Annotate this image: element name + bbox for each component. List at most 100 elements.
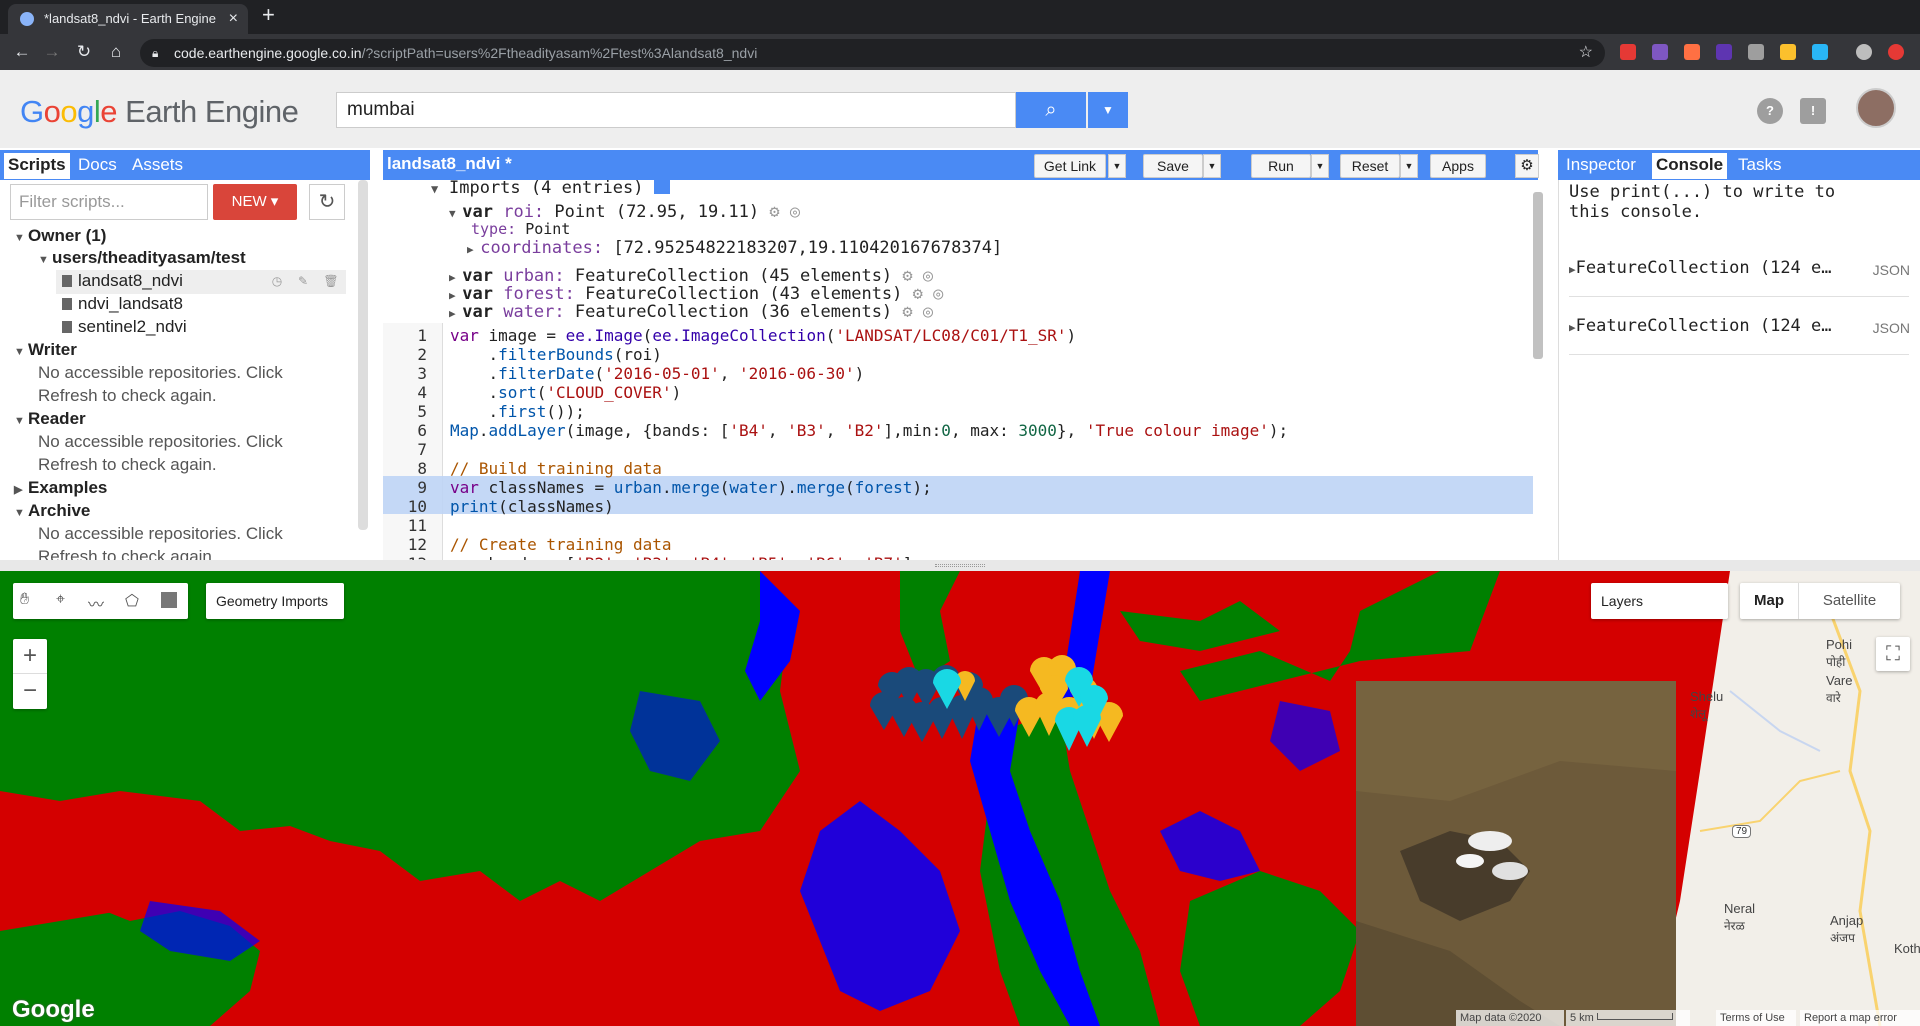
gear-icon[interactable]: ⚙ — [1515, 154, 1539, 178]
imports-caret-icon[interactable]: ▼ — [431, 182, 438, 196]
run-dropdown[interactable]: ▼ — [1311, 154, 1329, 178]
edit-icon[interactable]: ✎ — [294, 274, 312, 290]
new-tab-button[interactable]: + — [262, 2, 275, 28]
chrome-menu-icon[interactable] — [1888, 44, 1904, 60]
line-icon[interactable]: 〰 — [88, 591, 104, 615]
run-button[interactable]: Run — [1251, 154, 1311, 178]
profile-icon[interactable] — [1856, 44, 1872, 60]
reload-icon[interactable]: ↻ — [72, 40, 96, 64]
tab-inspector[interactable]: Inspector — [1562, 153, 1640, 179]
apps-button[interactable]: Apps — [1430, 154, 1486, 178]
map-type-map[interactable]: Map — [1740, 583, 1798, 619]
url-host: code.earthengine.google.co.in — [174, 45, 362, 61]
editor-toolbar: landsat8_ndvi * Get Link ▼ Save ▼ Run ▼ … — [383, 150, 1539, 180]
tree-writer[interactable]: ▼ Writer — [14, 340, 77, 360]
zoom-out-button[interactable]: − — [13, 674, 47, 709]
line-number: 5 — [417, 402, 427, 421]
map-view[interactable]: Pohi पोही Vare वारे Shelu शेलू Neral नेर… — [0, 571, 1920, 1026]
file-landsat8-ndvi[interactable]: landsat8_ndvi — [62, 271, 183, 291]
report-map-error-link[interactable]: Report a map error — [1800, 1010, 1920, 1026]
place-label: Anjap — [1830, 913, 1864, 928]
rectangle-icon[interactable] — [161, 592, 177, 608]
fullscreen-icon[interactable]: ⛶ — [1876, 637, 1910, 671]
home-icon[interactable]: ⌂ — [104, 40, 128, 64]
tab-docs[interactable]: Docs — [74, 153, 121, 179]
bookmark-star-icon[interactable]: ☆ — [1579, 39, 1593, 67]
place-label: Shelu — [1690, 689, 1724, 704]
avatar[interactable] — [1856, 88, 1896, 128]
search-icon: ⌕ — [1045, 99, 1057, 121]
save-dropdown[interactable]: ▼ — [1203, 154, 1221, 178]
tree-owner[interactable]: ▼ Owner (1) — [14, 226, 106, 246]
editor-scrollbar[interactable] — [1533, 192, 1543, 359]
map-scale: 5 km — [1566, 1010, 1690, 1026]
forward-icon[interactable]: → — [40, 40, 64, 64]
close-tab-icon[interactable]: × — [229, 4, 238, 34]
tab-console[interactable]: Console — [1652, 153, 1728, 179]
extension-icon[interactable] — [1716, 44, 1732, 60]
import-forest[interactable]: ▶ var forest: FeatureCollection (43 elem… — [449, 284, 943, 304]
tab-scripts[interactable]: Scripts — [4, 153, 70, 179]
import-roi[interactable]: ▼ var roi: Point (72.95, 19.11) ⚙ ◎ — [449, 202, 800, 222]
geometry-imports-button[interactable]: Geometry Imports — [206, 583, 344, 619]
layers-button[interactable]: Layers — [1591, 583, 1728, 619]
tree-repo[interactable]: ▼ users/theadityasam/test — [38, 248, 246, 268]
terms-of-use-link[interactable]: Terms of Use — [1716, 1010, 1796, 1026]
earth-engine-logo[interactable]: Google Earth Engine — [20, 94, 299, 130]
imports-header[interactable]: Imports (4 entries) — [449, 180, 670, 198]
save-button[interactable]: Save — [1143, 154, 1203, 178]
reset-button[interactable]: Reset — [1340, 154, 1400, 178]
divider — [1569, 354, 1909, 355]
extension-icon[interactable] — [1780, 44, 1796, 60]
extension-icon[interactable] — [1812, 44, 1828, 60]
file-sentinel2-ndvi[interactable]: sentinel2_ndvi — [62, 317, 187, 337]
get-link-dropdown[interactable]: ▼ — [1108, 154, 1126, 178]
help-icon[interactable]: ? — [1757, 98, 1783, 124]
search-button[interactable]: ⌕ — [1016, 92, 1086, 128]
browser-tab[interactable]: *landsat8_ndvi - Earth Engine × — [8, 4, 248, 34]
roi-coordinates[interactable]: ▶ coordinates: [72.95254822183207,19.110… — [467, 238, 1002, 258]
refresh-icon[interactable]: ↻ — [309, 184, 345, 220]
polygon-icon[interactable]: ⬠ — [125, 591, 139, 611]
adblock-extension-icon[interactable] — [1620, 44, 1636, 60]
tree-examples[interactable]: ▶ Examples — [14, 478, 107, 498]
back-icon[interactable]: ← — [10, 40, 34, 64]
import-urban[interactable]: ▶ var urban: FeatureCollection (45 eleme… — [449, 266, 933, 286]
code-editor[interactable]: ▼ Imports (4 entries) ▼ var roi: Point (… — [383, 180, 1538, 560]
file-icon — [62, 298, 72, 310]
history-icon[interactable]: ◷ — [268, 274, 286, 290]
search-options-dropdown[interactable]: ▼ — [1088, 92, 1128, 128]
classification-map — [0, 571, 1920, 1026]
tree-archive[interactable]: ▼ Archive — [14, 501, 90, 521]
map-type-satellite[interactable]: Satellite — [1798, 583, 1900, 619]
panel-splitter[interactable] — [0, 560, 1920, 571]
imports-script-icon[interactable] — [653, 180, 670, 194]
new-script-button[interactable]: NEW ▾ — [213, 184, 297, 220]
address-bar[interactable]: 🔒︎ code.earthengine.google.co.in/?script… — [140, 39, 1605, 67]
reset-dropdown[interactable]: ▼ — [1400, 154, 1418, 178]
filter-scripts-input[interactable]: Filter scripts... — [10, 184, 208, 220]
tab-tasks[interactable]: Tasks — [1734, 153, 1785, 179]
get-link-button[interactable]: Get Link — [1034, 154, 1106, 178]
import-water[interactable]: ▶ var water: FeatureCollection (36 eleme… — [449, 302, 933, 322]
console-entry[interactable]: ▶FeatureCollection (124 e… — [1569, 316, 1832, 336]
search-input[interactable]: mumbai — [336, 92, 1016, 128]
scripts-scrollbar[interactable] — [358, 180, 368, 530]
extension-icon[interactable] — [1652, 44, 1668, 60]
file-ndvi-landsat8[interactable]: ndvi_landsat8 — [62, 294, 183, 314]
delete-icon[interactable]: 🗑︎ — [322, 274, 340, 290]
marker-icon[interactable]: ⌖ — [56, 591, 65, 609]
tab-assets[interactable]: Assets — [128, 153, 187, 179]
extension-icon[interactable] — [1684, 44, 1700, 60]
feedback-icon[interactable]: ! — [1800, 98, 1826, 124]
json-button[interactable]: JSON — [1873, 320, 1910, 336]
extension-icon[interactable] — [1748, 44, 1764, 60]
pan-hand-icon[interactable]: ✋︎ — [20, 591, 29, 609]
zoom-in-button[interactable]: + — [13, 639, 47, 674]
tree-reader[interactable]: ▼ Reader — [14, 409, 86, 429]
console-entry[interactable]: ▶FeatureCollection (124 e… — [1569, 258, 1832, 278]
code-line-9: var classNames = urban.merge(water).merg… — [450, 478, 932, 497]
line-number: 3 — [417, 364, 427, 383]
writer-empty-text-2: Refresh to check again. — [38, 386, 217, 405]
json-button[interactable]: JSON — [1873, 262, 1910, 278]
